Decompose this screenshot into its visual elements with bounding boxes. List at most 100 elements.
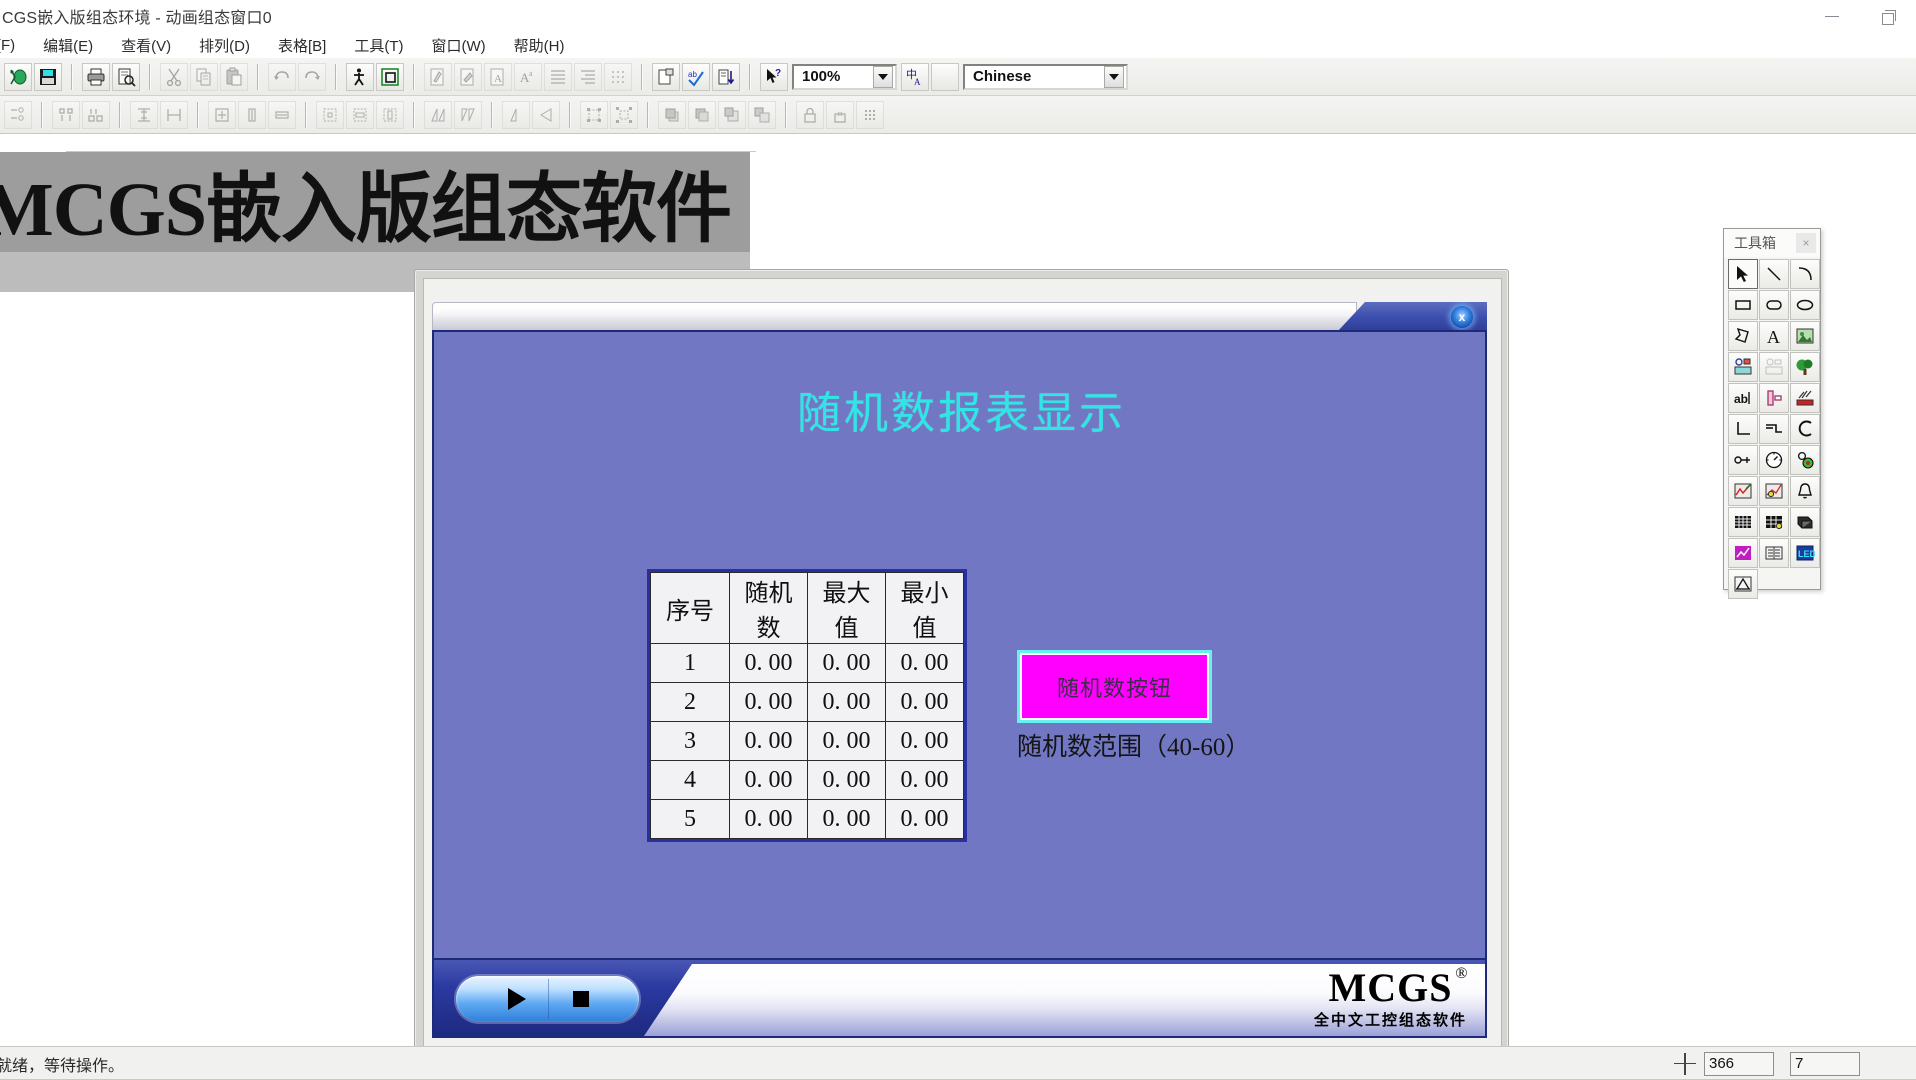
text-icon[interactable]: A <box>1759 321 1789 351</box>
recipe-icon[interactable] <box>1759 538 1789 568</box>
ime-language-icon[interactable]: 中A <box>901 62 929 91</box>
check-icon[interactable]: ab <box>682 62 710 91</box>
ellipse-icon[interactable] <box>1790 290 1820 320</box>
stop-icon[interactable] <box>573 991 589 1007</box>
zoom-select[interactable]: 100% <box>792 63 897 90</box>
select-arrow-icon[interactable] <box>1728 259 1758 289</box>
table-grid-icon[interactable] <box>1728 507 1758 537</box>
image-icon[interactable] <box>1790 321 1820 351</box>
chevron-down-icon[interactable] <box>873 65 893 88</box>
grid-dots-icon[interactable] <box>604 62 632 91</box>
rectangle-icon[interactable] <box>1728 290 1758 320</box>
menu-window[interactable]: 窗口(W) <box>417 32 499 58</box>
line-icon[interactable] <box>1759 259 1789 289</box>
database-icon[interactable] <box>1790 507 1820 537</box>
font-icon[interactable]: Aa <box>514 62 542 91</box>
coordinate-y-field[interactable]: 7 <box>1790 1051 1860 1076</box>
rounded-rect-icon[interactable] <box>1759 290 1789 320</box>
led-display-icon[interactable]: LED <box>1790 538 1820 568</box>
trend-curve-icon[interactable] <box>1728 538 1758 568</box>
report-grid-icon[interactable] <box>1759 507 1789 537</box>
grid-toggle-icon[interactable] <box>856 100 884 129</box>
curve-pipe-icon[interactable] <box>1790 414 1820 444</box>
menu-view[interactable]: 查看(V) <box>107 32 185 58</box>
horizontal-center-icon[interactable] <box>160 100 188 129</box>
menu-file[interactable]: (F) <box>0 32 29 58</box>
lock-icon[interactable] <box>796 100 824 129</box>
scale-icon[interactable] <box>1728 569 1758 599</box>
transport-controls[interactable] <box>456 976 639 1022</box>
menu-table[interactable]: 表格[B] <box>264 32 340 58</box>
menu-tools[interactable]: 工具(T) <box>340 32 417 58</box>
window-properties-icon[interactable] <box>376 62 404 91</box>
save-icon[interactable] <box>34 62 62 91</box>
menu-arrange[interactable]: 排列(D) <box>185 32 264 58</box>
pen-tool-icon[interactable] <box>424 62 452 91</box>
send-back-icon[interactable] <box>688 100 716 129</box>
distribute-mid-icon[interactable] <box>82 100 110 129</box>
center-vert-icon[interactable] <box>376 100 404 129</box>
polygon-icon[interactable] <box>1728 321 1758 351</box>
text-color-icon[interactable]: A <box>484 62 512 91</box>
size-both-icon[interactable] <box>208 100 236 129</box>
fill-tool-icon[interactable] <box>454 62 482 91</box>
center-page-icon[interactable] <box>316 100 344 129</box>
step-pipe-icon[interactable] <box>1759 414 1789 444</box>
distribute-top-icon[interactable] <box>52 100 80 129</box>
gauge-icon[interactable] <box>1759 445 1789 475</box>
coordinate-x-field[interactable]: 366 <box>1704 1051 1774 1076</box>
history-chart-icon[interactable] <box>1759 476 1789 506</box>
level-meter-icon[interactable] <box>1790 383 1820 413</box>
arc-icon[interactable] <box>1790 259 1820 289</box>
menu-help[interactable]: 帮助(H) <box>500 32 579 58</box>
redo-icon[interactable] <box>298 62 326 91</box>
close-icon[interactable]: × <box>1796 233 1816 253</box>
paste-icon[interactable] <box>220 62 248 91</box>
slider-icon[interactable] <box>1759 383 1789 413</box>
play-icon[interactable] <box>508 988 526 1010</box>
valve-icon[interactable] <box>1728 445 1758 475</box>
unlock-icon[interactable] <box>826 100 854 129</box>
vertical-center-icon[interactable] <box>130 100 158 129</box>
list-icon[interactable] <box>574 62 602 91</box>
size-height-icon[interactable] <box>238 100 266 129</box>
minimize-button[interactable] <box>1804 0 1860 32</box>
alarm-bell-icon[interactable] <box>1790 476 1820 506</box>
insert-node-icon[interactable] <box>4 100 32 129</box>
align-lines-icon[interactable] <box>544 62 572 91</box>
forward-one-icon[interactable] <box>718 100 746 129</box>
cut-icon[interactable] <box>160 62 188 91</box>
language-select[interactable]: Chinese <box>963 63 1128 90</box>
flip-horizontal-icon[interactable] <box>502 100 530 129</box>
window-settings-icon[interactable] <box>652 62 680 91</box>
backward-one-icon[interactable] <box>748 100 776 129</box>
copy-icon[interactable] <box>190 62 218 91</box>
flip-diag2-icon[interactable] <box>454 100 482 129</box>
input-box-icon[interactable]: ab <box>1728 383 1758 413</box>
flip-vertical-icon[interactable] <box>532 100 560 129</box>
restore-button[interactable] <box>1860 0 1916 32</box>
corner-pipe-icon[interactable] <box>1728 414 1758 444</box>
group-icon[interactable] <box>580 100 608 129</box>
center-horiz-icon[interactable] <box>346 100 374 129</box>
sort-icon[interactable] <box>712 62 740 91</box>
size-width-icon[interactable] <box>268 100 296 129</box>
ime-extra-button[interactable] <box>931 62 959 91</box>
element-lib-icon[interactable] <box>1728 352 1758 382</box>
close-icon[interactable]: x <box>1451 306 1473 328</box>
run-icon[interactable] <box>346 62 374 91</box>
menu-edit[interactable]: 编辑(E) <box>29 32 107 58</box>
print-icon[interactable] <box>82 62 110 91</box>
tree-icon[interactable] <box>1790 352 1820 382</box>
chevron-down-icon[interactable] <box>1104 65 1124 88</box>
help-pointer-icon[interactable]: ? <box>760 62 788 91</box>
indicator-light-icon[interactable] <box>1790 445 1820 475</box>
print-preview-icon[interactable] <box>112 62 140 91</box>
bring-front-icon[interactable] <box>658 100 686 129</box>
undo-icon[interactable] <box>268 62 296 91</box>
realtime-chart-icon[interactable] <box>1728 476 1758 506</box>
ungroup-icon[interactable] <box>610 100 638 129</box>
random-number-button[interactable]: 随机数按钮 <box>1017 650 1212 723</box>
group-object-icon[interactable] <box>1759 352 1789 382</box>
flip-diag-icon[interactable] <box>424 100 452 129</box>
